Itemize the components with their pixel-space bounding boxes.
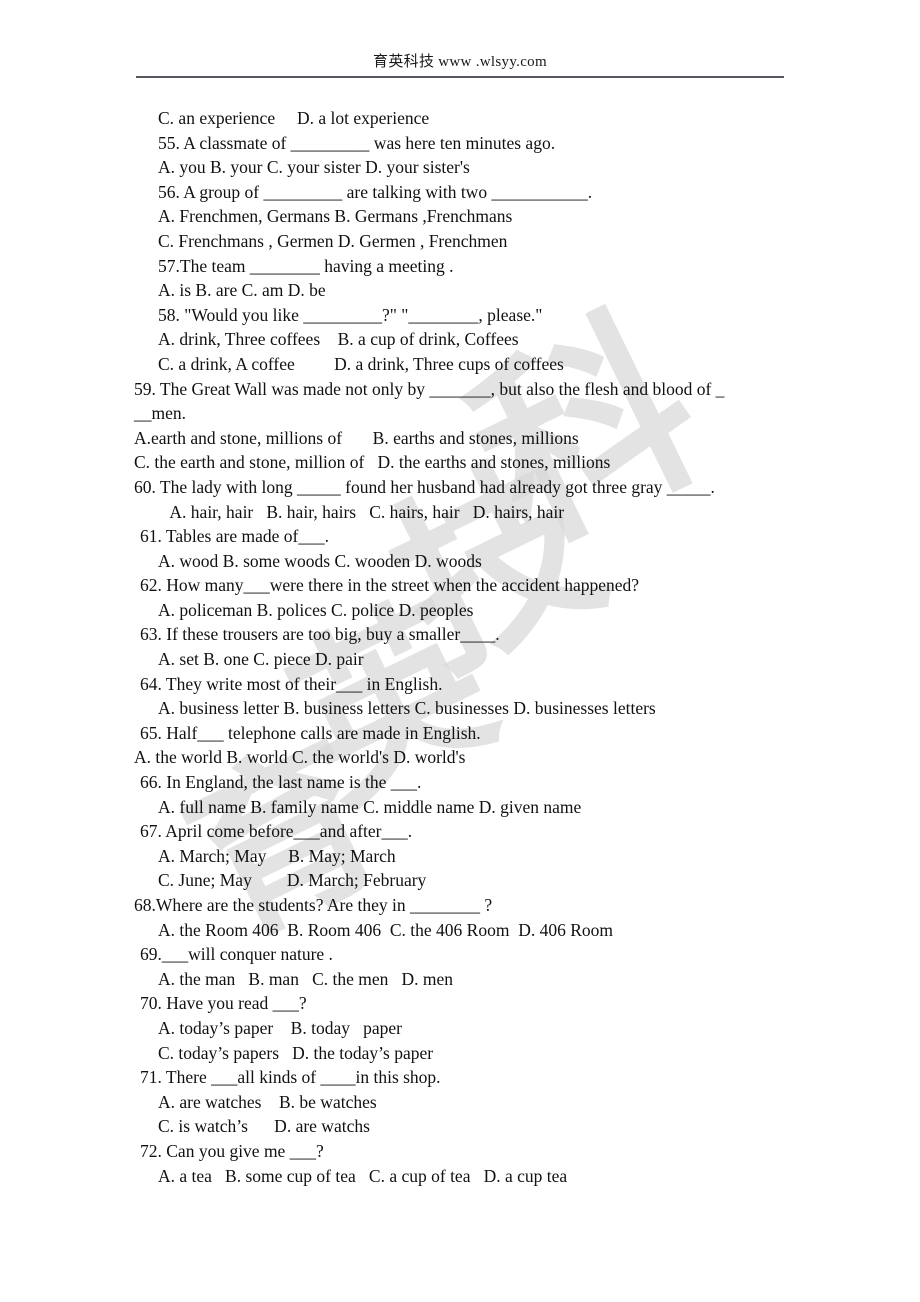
text-line: 63. If these trousers are too big, buy a… (140, 624, 500, 645)
text-line: A. is B. are C. am D. be (158, 280, 326, 301)
text-line: C. Frenchmans , Germen D. Germen , Frenc… (158, 230, 508, 251)
text-line: A. you B. your C. your sister D. your si… (158, 157, 470, 178)
header-divider (136, 76, 784, 78)
text-line: A. hair, hair B. hair, hairs C. hairs, h… (166, 501, 565, 522)
text-line: A. wood B. some woods C. wooden D. woods (158, 550, 482, 571)
text-line: A. the man B. man C. the men D. men (158, 968, 454, 989)
text-line: 57.The team ________ having a meeting . (158, 255, 454, 276)
text-line: C. today’s papers D. the today’s paper (158, 1042, 434, 1063)
text-line: 56. A group of _________ are talking wit… (158, 181, 593, 202)
text-line: C. June; May D. March; February (158, 870, 427, 891)
text-line: A. are watches B. be watches (158, 1091, 377, 1112)
text-line: 68.Where are the students? Are they in _… (134, 895, 493, 915)
text-line: A. today’s paper B. today paper (158, 1017, 402, 1038)
text-line: A. full name B. family name C. middle na… (158, 796, 582, 817)
text-line: A. the Room 406 B. Room 406 C. the 406 R… (158, 919, 614, 940)
text-line: 59. The Great Wall was made not only by … (134, 378, 725, 399)
text-line: A. policeman B. polices C. police D. peo… (158, 599, 474, 620)
text-line: A. the world B. world C. the world's D. … (134, 747, 466, 768)
text-line: C. an experience D. a lot experience (158, 108, 430, 128)
header-site-label: 育英科技 www .wlsyy.com (373, 54, 547, 70)
text-line: 72. Can you give me ___? (140, 1140, 324, 1161)
text-line: 64. They write most of their___ in Engli… (140, 673, 443, 694)
text-line: A. set B. one C. piece D. pair (158, 649, 364, 670)
text-line: A. Frenchmen, Germans B. Germans ,French… (158, 206, 513, 227)
text-line: A.earth and stone, millions of B. earths… (134, 427, 579, 448)
text-line: A. business letter B. business letters C… (158, 698, 656, 719)
text-line: 55. A classmate of _________ was here te… (158, 132, 556, 153)
text-line: 60. The lady with long _____ found her h… (134, 476, 715, 497)
text-line: 66. In England, the last name is the ___… (140, 772, 422, 793)
exercise-body: C. an experience D. a lot experience 55. … (0, 106, 920, 1188)
text-line: 62. How many___were there in the street … (140, 575, 640, 596)
document-page: 科 技 英 育 育英科技 www .wlsyy.com C. an experi… (0, 0, 920, 1302)
text-line: A. March; May B. May; March (158, 845, 396, 866)
text-line: 70. Have you read ___? (140, 993, 307, 1014)
text-line: 65. Half___ telephone calls are made in … (140, 722, 481, 743)
text-line: __men. (134, 403, 187, 424)
text-line: C. a drink, A coffee D. a drink, Three c… (158, 353, 564, 374)
text-line: 61. Tables are made of___. (140, 526, 329, 547)
text-line: C. is watch’s D. are watchs (158, 1116, 370, 1137)
text-line: 67. April come before___and after___. (140, 821, 413, 842)
text-line: 58. "Would you like _________?" "_______… (158, 304, 543, 325)
text-line: 69.___will conquer nature . (140, 944, 333, 965)
text-line: A. a tea B. some cup of tea C. a cup of … (158, 1165, 568, 1186)
text-line: 71. There ___all kinds of ____in this sh… (140, 1067, 441, 1088)
text-line: A. drink, Three coffees B. a cup of drin… (158, 329, 519, 350)
page-header: 育英科技 www .wlsyy.com (136, 52, 784, 78)
text-line: C. the earth and stone, million of D. th… (134, 452, 611, 473)
